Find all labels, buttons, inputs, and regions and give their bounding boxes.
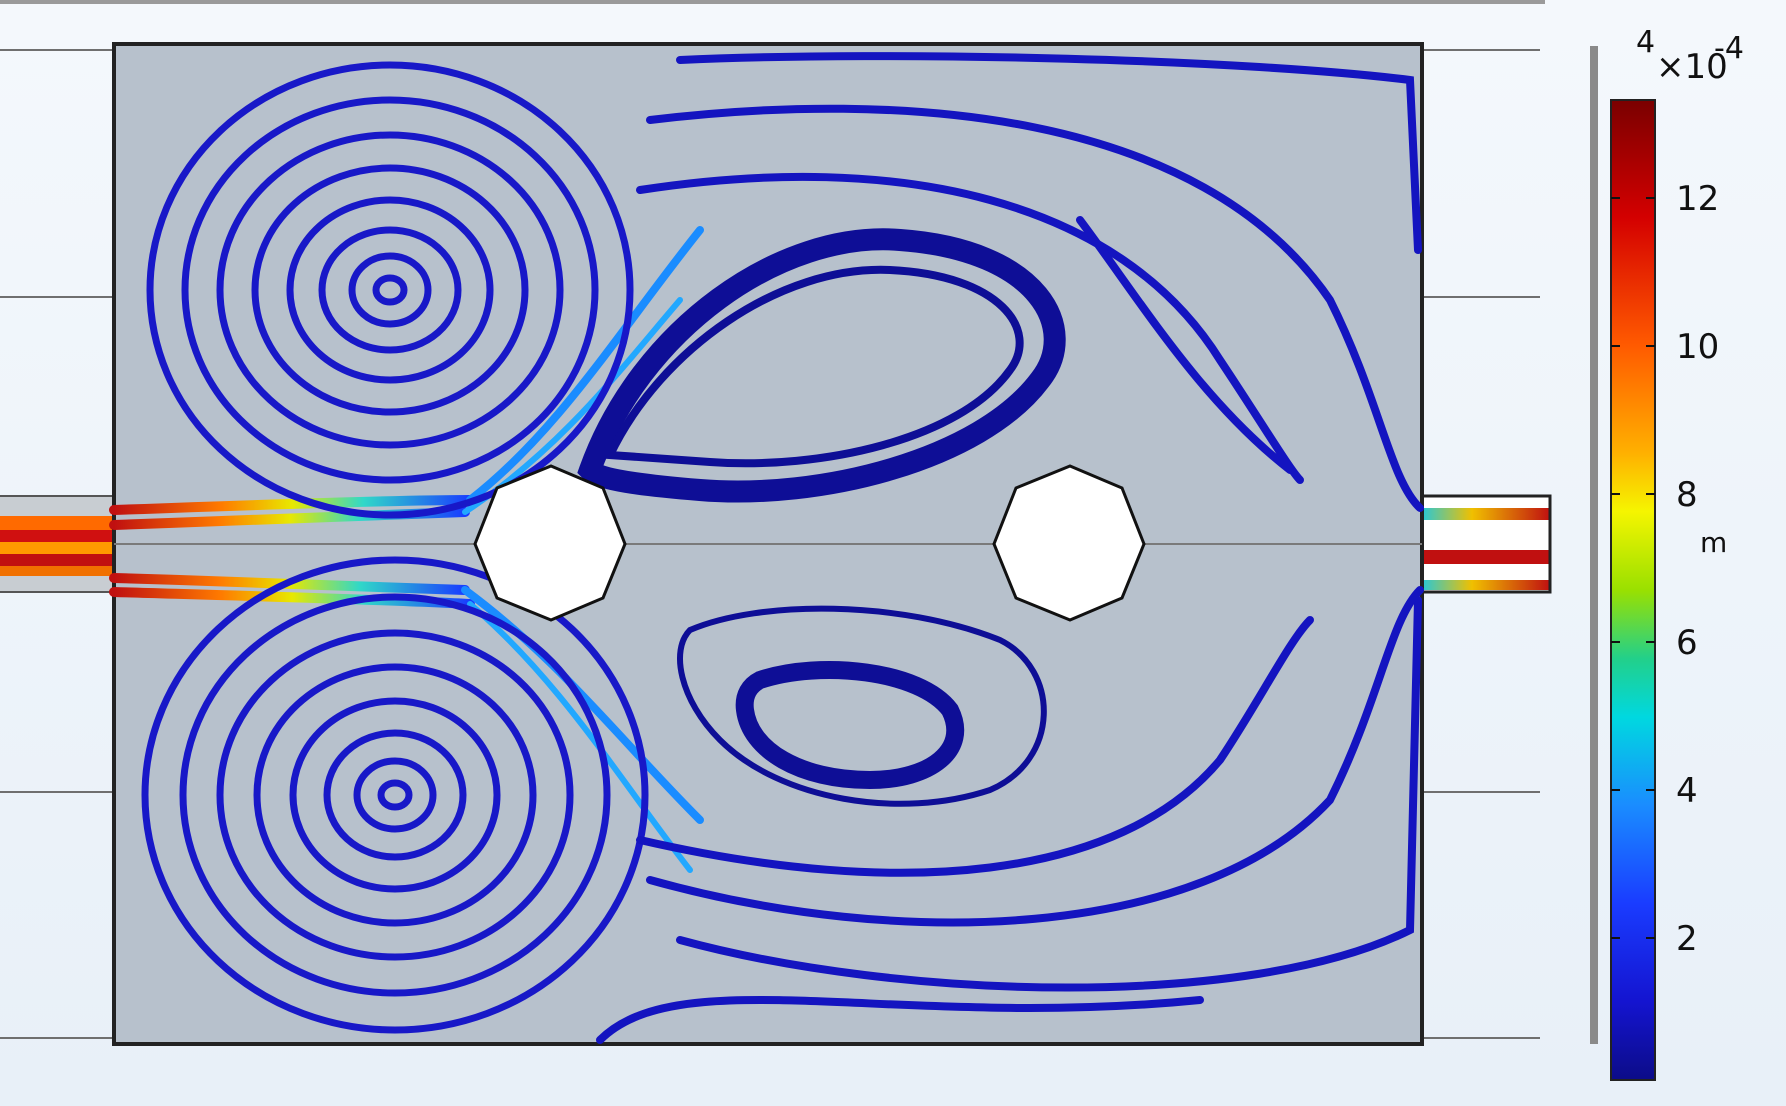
plot-stage: 4 ×10 -4 m 12 10 8 6 4 2: [0, 0, 1786, 1106]
colorbar-tick-label: 6: [1676, 623, 1698, 663]
streamline-plot: 4 ×10 -4 m 12108642: [0, 0, 1744, 1081]
outlet-channel: [1418, 494, 1552, 594]
colorbar-exponent: -4: [1714, 31, 1744, 66]
colorbar-tick-label: 4: [1676, 771, 1698, 811]
colorbar-top-label: 4: [1636, 25, 1655, 60]
colorbar: 4 ×10 -4 m 12108642: [1590, 25, 1744, 1081]
colorbar-track: [1590, 46, 1598, 1044]
right-obstacle: [992, 464, 1146, 622]
colorbar-tick-label: 8: [1676, 475, 1698, 515]
inlet-channel: [0, 495, 115, 593]
colorbar-unit: m: [1700, 526, 1727, 559]
colorbar-tick-label: 10: [1676, 327, 1719, 367]
colorbar-tick-label: 2: [1676, 919, 1698, 959]
colorbar-tick-label: 12: [1676, 179, 1719, 219]
colorbar-gradient-bar: [1610, 99, 1656, 1081]
left-obstacle: [473, 464, 627, 622]
